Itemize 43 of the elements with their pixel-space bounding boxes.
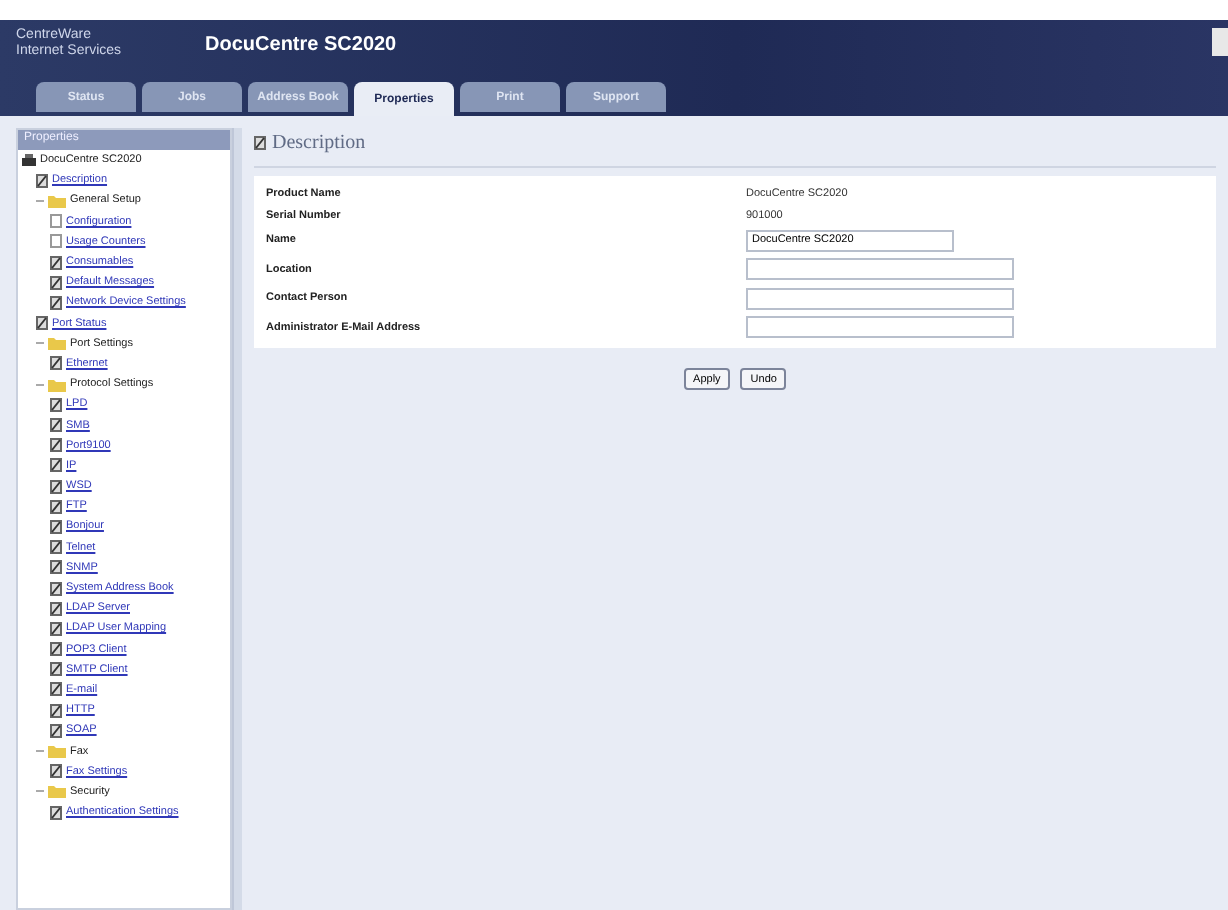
edit-document-icon xyxy=(50,356,62,371)
edit-document-icon xyxy=(50,703,62,718)
folder-icon xyxy=(48,784,66,799)
device-title: DocuCentre SC2020 xyxy=(205,34,397,56)
edit-document-icon xyxy=(50,682,62,697)
edit-document-icon xyxy=(50,397,62,412)
edit-document-icon xyxy=(36,173,48,188)
edit-document-icon xyxy=(50,581,62,596)
folder-icon xyxy=(48,377,66,392)
edit-document-icon xyxy=(254,136,266,150)
input-field[interactable] xyxy=(746,316,1014,339)
folder-icon xyxy=(48,336,66,351)
printer-icon xyxy=(22,153,36,168)
edit-document-icon xyxy=(50,275,62,290)
edit-document-icon xyxy=(50,601,62,616)
edit-document-icon xyxy=(50,662,62,677)
tree-line-icon xyxy=(36,340,44,347)
edit-document-icon xyxy=(36,316,48,331)
edit-document-icon xyxy=(50,438,62,453)
tree-line-icon xyxy=(36,748,44,755)
edit-document-icon xyxy=(50,642,62,657)
edit-document-icon xyxy=(50,479,62,494)
edit-document-icon xyxy=(50,458,62,473)
input-field[interactable] xyxy=(746,258,1014,281)
edit-document-icon xyxy=(50,418,62,433)
edit-document-icon xyxy=(50,519,62,534)
edit-document-icon xyxy=(50,560,62,575)
tree-line-icon xyxy=(36,197,44,204)
input-field[interactable] xyxy=(746,287,1014,310)
folder-icon xyxy=(48,193,66,208)
tree-line-icon xyxy=(36,381,44,388)
tree-line-icon xyxy=(36,788,44,795)
edit-document-icon xyxy=(50,764,62,779)
edit-document-icon xyxy=(50,295,62,310)
panel-title: Description xyxy=(272,132,366,154)
edit-document-icon xyxy=(50,805,62,820)
edit-document-icon xyxy=(50,499,62,514)
scrollbar[interactable] xyxy=(232,128,242,910)
edit-document-icon xyxy=(50,621,62,636)
edit-document-icon xyxy=(50,255,62,270)
edit-document-icon xyxy=(50,540,62,555)
edit-document-icon xyxy=(50,723,62,738)
folder-icon xyxy=(48,744,66,759)
